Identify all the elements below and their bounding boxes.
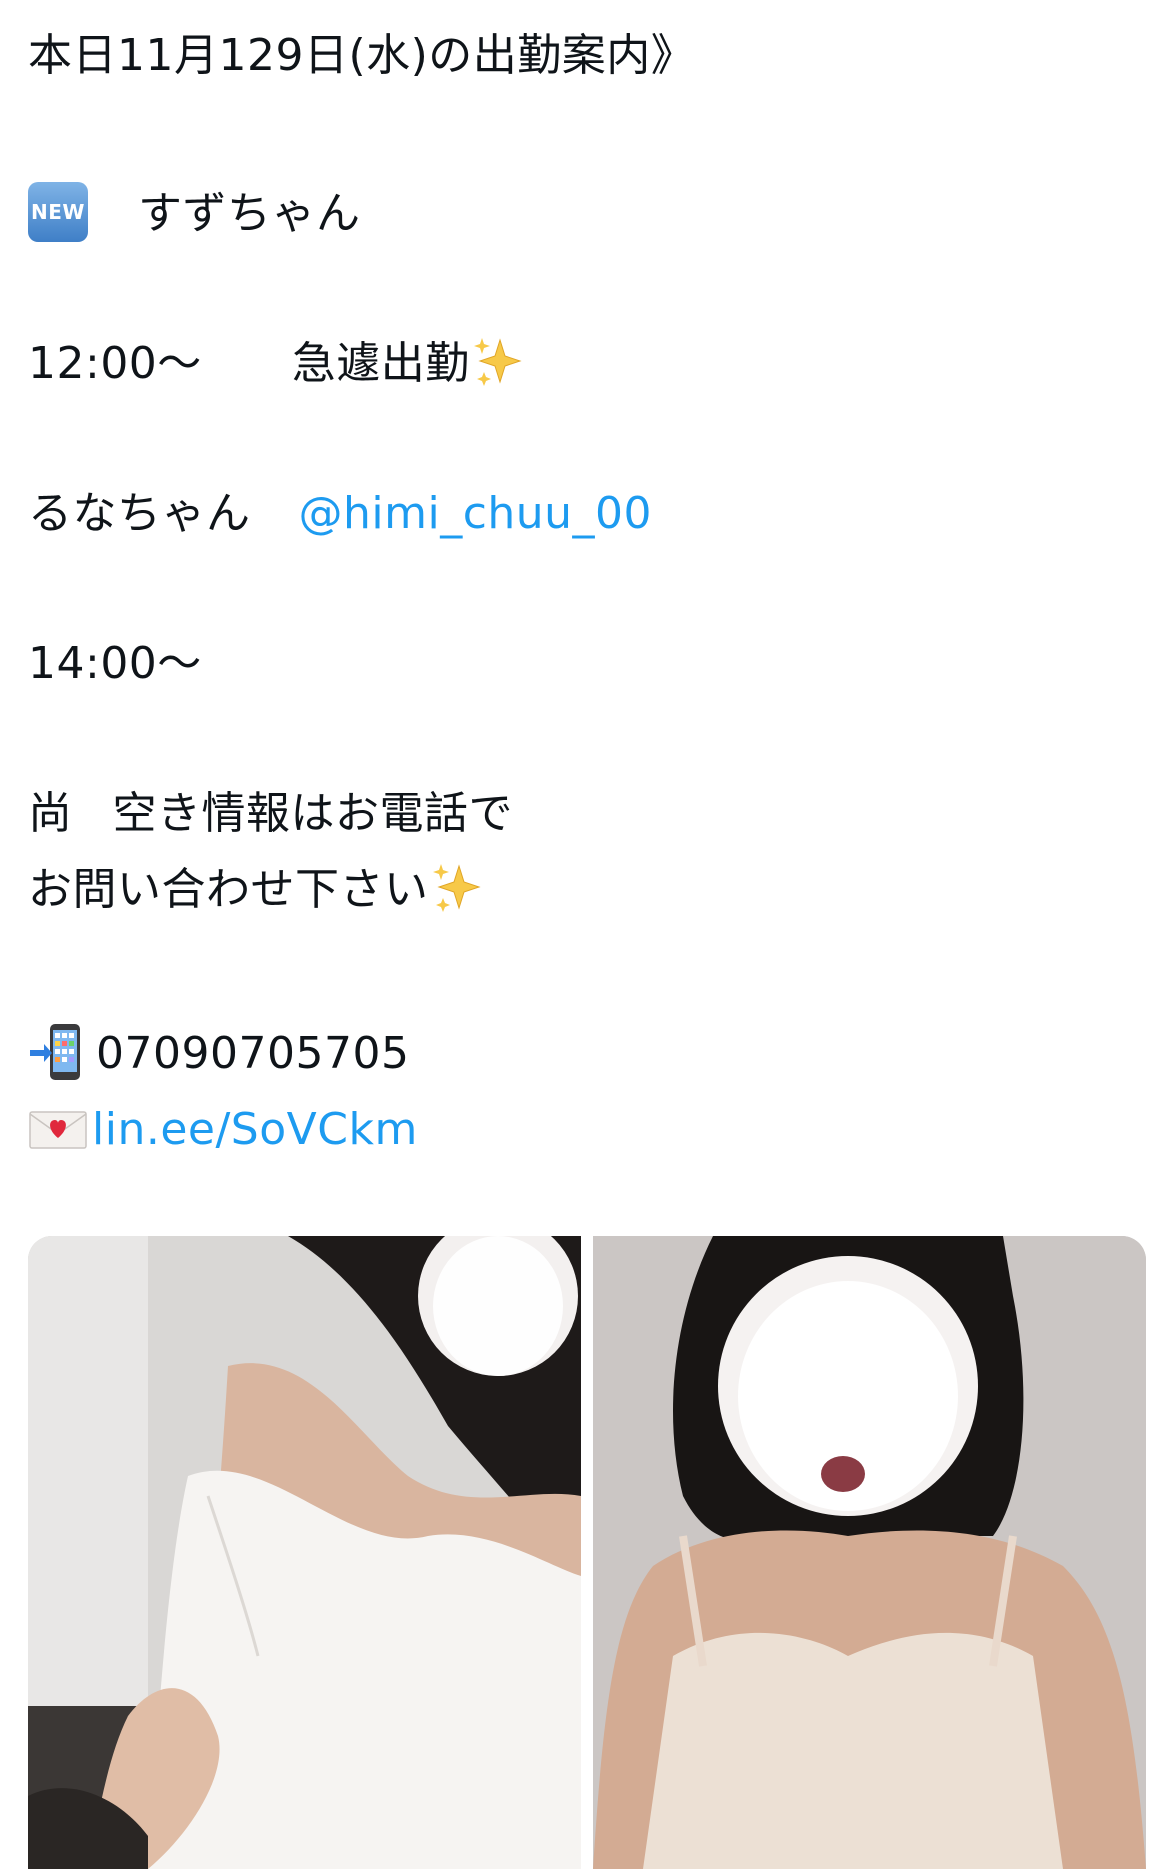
love-letter-icon [29, 1111, 87, 1149]
entry1-name-line: NEW すずちゃん [28, 182, 361, 246]
new-badge-icon: NEW [28, 182, 88, 242]
photo-2-illustration [593, 1236, 1146, 1869]
entry1-name: すずちゃん [138, 188, 361, 239]
phone-number[interactable]: 07090705705 [96, 1028, 409, 1079]
post-heading: 本日11月129日(水)の出勤案内》 [28, 28, 695, 84]
heading-text: 本日11月129日(水)の出勤案内》 [28, 30, 696, 81]
entry2-name-line: るなちゃん @himi_chuu_00 [28, 486, 652, 542]
post: 本日11月129日(水)の出勤案内》 NEW すずちゃん 12:00〜 急遽出勤 る… [0, 0, 1169, 1869]
entry1-note: 急遽出勤 [291, 338, 470, 389]
entry1-time: 12:00〜 [28, 338, 202, 389]
photo-2[interactable] [593, 1236, 1146, 1869]
entry2-time-line: 14:00〜 [28, 636, 202, 692]
notice-text-1: 空き情報はお電話で [112, 788, 513, 839]
notice-prefix: 尚 [28, 788, 73, 839]
photo-1[interactable] [28, 1236, 581, 1869]
sparkles-icon [473, 338, 522, 386]
line-link-line: lin.ee/SoVCkm [28, 1102, 418, 1158]
media-grid [28, 1236, 1146, 1869]
notice-line-1: 尚空き情報はお電話で [28, 786, 513, 842]
entry2-time: 14:00〜 [28, 638, 202, 689]
entry1-time-line: 12:00〜 急遽出勤 [28, 336, 526, 394]
photo-1-illustration [28, 1236, 581, 1869]
notice-text-2: お問い合わせ下さい [28, 864, 429, 915]
line-link[interactable]: lin.ee/SoVCkm [92, 1104, 418, 1155]
entry2-name: るなちゃん [28, 488, 251, 539]
phone-line: 07090705705 [28, 1024, 409, 1086]
notice-line-2: お問い合わせ下さい [28, 862, 485, 920]
sparkles-icon [432, 864, 481, 912]
entry2-handle-link[interactable]: @himi_chuu_00 [299, 488, 653, 539]
mobile-phone-arrow-icon [30, 1024, 80, 1080]
